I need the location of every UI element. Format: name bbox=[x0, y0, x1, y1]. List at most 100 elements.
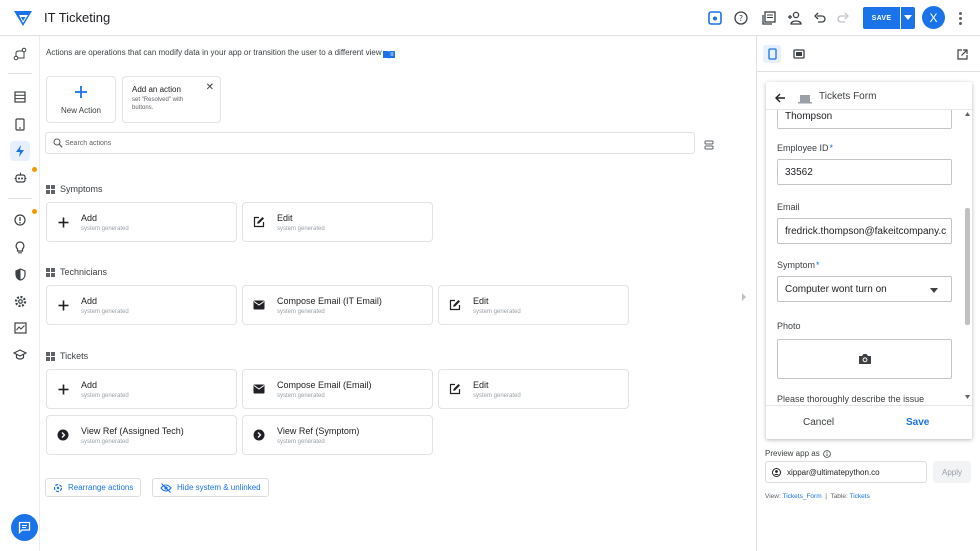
app-preview-phone: Tickets Form Thompson Employee ID* 33562… bbox=[766, 82, 972, 439]
edit-icon bbox=[448, 382, 462, 396]
action-card[interactable]: Edit system generated bbox=[438, 369, 629, 409]
action-card[interactable]: Add system generated bbox=[46, 285, 237, 325]
arrow-circle-icon bbox=[252, 428, 266, 442]
search-input[interactable] bbox=[65, 136, 665, 150]
security-icon[interactable] bbox=[10, 264, 30, 284]
action-title: Compose Email (Email) bbox=[277, 380, 372, 390]
rearrange-icon bbox=[53, 483, 63, 492]
preview-as-input[interactable]: xippar@ultimatepython.co bbox=[765, 461, 927, 483]
actions-main-panel: Actions are operations that can modify d… bbox=[40, 36, 756, 551]
action-card[interactable]: Compose Email (Email) system generated bbox=[242, 369, 433, 409]
data-icon[interactable] bbox=[10, 87, 30, 107]
action-card[interactable]: Edit system generated bbox=[438, 285, 629, 325]
collapse-list-icon[interactable] bbox=[704, 137, 714, 155]
plus-icon bbox=[56, 382, 70, 396]
action-subtitle: system generated bbox=[277, 309, 325, 315]
action-card[interactable]: View Ref (Assigned Tech) system generated bbox=[46, 415, 237, 455]
action-subtitle: system generated bbox=[277, 439, 325, 445]
more-menu-icon[interactable] bbox=[956, 9, 964, 27]
action-title: Edit bbox=[473, 296, 489, 306]
automation-warning-dot bbox=[32, 167, 37, 172]
arrow-circle-icon bbox=[56, 428, 70, 442]
undo-icon[interactable] bbox=[811, 9, 829, 27]
svg-text:?: ? bbox=[739, 14, 743, 23]
automation-icon[interactable] bbox=[10, 168, 30, 188]
action-title: Add bbox=[81, 296, 98, 306]
action-subtitle: system generated bbox=[277, 226, 325, 232]
help-icon[interactable]: ? bbox=[732, 9, 750, 27]
camera-icon bbox=[859, 354, 871, 364]
employee-id-label: Employee ID* bbox=[777, 143, 834, 153]
eye-off-icon bbox=[160, 482, 172, 493]
employee-id-field[interactable]: 33562 bbox=[777, 159, 952, 185]
preview-panel: Tickets Form Thompson Employee ID* 33562… bbox=[756, 36, 980, 551]
rearrange-actions-button[interactable]: Rearrange actions bbox=[45, 478, 142, 497]
plus-icon bbox=[75, 86, 87, 98]
save-button[interactable]: SAVE bbox=[863, 7, 900, 29]
back-arrow-icon[interactable] bbox=[775, 90, 786, 108]
email-icon bbox=[252, 382, 266, 396]
chevron-down-icon bbox=[904, 15, 912, 20]
new-action-button[interactable]: New Action bbox=[46, 76, 116, 123]
close-icon[interactable]: ✕ bbox=[206, 82, 214, 93]
library-icon[interactable] bbox=[760, 9, 778, 27]
symptom-select[interactable]: Computer wont turn on bbox=[777, 276, 952, 302]
actions-icon[interactable] bbox=[10, 141, 30, 161]
action-title: View Ref (Symptom) bbox=[277, 426, 360, 436]
symptom-value: Computer wont turn on bbox=[785, 284, 887, 295]
action-subtitle: system generated bbox=[277, 393, 325, 399]
learn-icon[interactable] bbox=[10, 345, 30, 365]
symptom-label: Symptom* bbox=[777, 260, 820, 270]
last-name-field[interactable]: Thompson bbox=[777, 110, 952, 129]
open-external-icon[interactable] bbox=[953, 45, 971, 63]
cancel-button[interactable]: Cancel bbox=[803, 417, 834, 428]
views-icon[interactable] bbox=[10, 114, 30, 134]
laptop-icon bbox=[798, 91, 812, 109]
search-icon bbox=[53, 138, 63, 148]
action-subtitle: system generated bbox=[81, 393, 129, 399]
preview-icon[interactable] bbox=[706, 9, 724, 27]
plus-icon bbox=[56, 298, 70, 312]
action-title: Edit bbox=[277, 213, 293, 223]
action-subtitle: system generated bbox=[81, 226, 129, 232]
appsheet-logo-icon[interactable] bbox=[13, 8, 33, 28]
add-person-icon[interactable] bbox=[786, 9, 804, 27]
action-title: Edit bbox=[473, 380, 489, 390]
email-field[interactable]: fredrick.thompson@fakeitcompany.c bbox=[777, 218, 952, 244]
tip-body: set "Resolved" with buttons. bbox=[132, 97, 184, 111]
action-card[interactable]: Add system generated bbox=[46, 369, 237, 409]
chat-button[interactable] bbox=[11, 514, 38, 541]
photo-upload[interactable] bbox=[777, 339, 952, 379]
form-save-button[interactable]: Save bbox=[906, 417, 929, 428]
action-card[interactable]: Compose Email (IT Email) system generated bbox=[242, 285, 433, 325]
mobile-view-icon[interactable] bbox=[763, 45, 781, 63]
errors-icon[interactable] bbox=[10, 210, 30, 230]
scrollbar-thumb[interactable] bbox=[965, 208, 970, 325]
panel-collapse-icon[interactable] bbox=[741, 288, 747, 306]
dropdown-caret-icon bbox=[930, 288, 938, 293]
branch-icon[interactable] bbox=[10, 44, 30, 64]
action-card[interactable]: View Ref (Symptom) system generated bbox=[242, 415, 433, 455]
action-card[interactable]: Add system generated bbox=[46, 202, 237, 242]
section-title: Tickets bbox=[60, 351, 89, 361]
section-header-tickets: Tickets bbox=[46, 349, 88, 363]
search-actions-field[interactable] bbox=[45, 132, 695, 154]
view-link[interactable]: Tickets_Form bbox=[782, 493, 821, 500]
action-card[interactable]: Edit system generated bbox=[242, 202, 433, 242]
describe-issue-label: Please thoroughly describe the issue bbox=[777, 394, 925, 404]
redo-icon[interactable] bbox=[834, 9, 852, 27]
avatar[interactable]: X bbox=[922, 6, 945, 29]
apply-button[interactable]: Apply bbox=[933, 461, 971, 483]
chat-icon bbox=[18, 521, 31, 534]
tablet-view-icon[interactable] bbox=[790, 45, 808, 63]
ideas-icon[interactable] bbox=[10, 237, 30, 257]
monitor-icon[interactable] bbox=[10, 318, 30, 338]
hide-system-button[interactable]: Hide system & unlinked bbox=[152, 478, 269, 497]
section-title: Technicians bbox=[60, 267, 108, 277]
save-dropdown-button[interactable] bbox=[901, 7, 915, 29]
form-body[interactable]: Thompson Employee ID* 33562 Email fredri… bbox=[766, 110, 972, 405]
book-icon[interactable] bbox=[382, 47, 396, 65]
view-table-info: View: Tickets_Form | Table: Tickets bbox=[765, 493, 870, 500]
settings-icon[interactable] bbox=[10, 291, 30, 311]
table-link[interactable]: Tickets bbox=[850, 493, 870, 500]
